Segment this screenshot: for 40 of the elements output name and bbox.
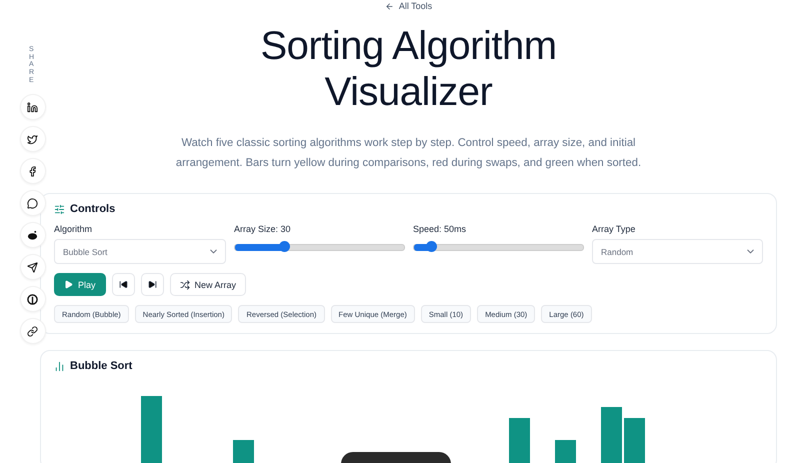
slider-thumb[interactable] (426, 241, 437, 252)
reddit-share-button[interactable] (20, 222, 46, 248)
chart-icon (54, 360, 65, 372)
slider-thumb[interactable] (279, 241, 290, 252)
play-icon (64, 280, 73, 289)
chat-bubble-icon (27, 198, 38, 209)
skip-back-icon (118, 280, 128, 289)
whatsapp-share-button[interactable] (20, 190, 46, 216)
field-label: Algorithm (54, 224, 94, 234)
x-share-button[interactable] (20, 126, 46, 152)
skip-forward-icon (148, 280, 157, 289)
slider-label: Array Size: 30 (234, 224, 292, 234)
linkedin-share-button[interactable] (20, 94, 46, 120)
sliders-icon (54, 204, 65, 214)
link-share-button[interactable] (20, 318, 46, 344)
shuffle-icon (180, 280, 190, 290)
link-icon (27, 326, 38, 337)
intro-text: Watch five classic sorting algorithms work step by step. Control speed, array size, and initial arrangement. Bars turn yellow during comparisons, red during swaps, and green when sorted. (174, 136, 642, 171)
all-tools-link[interactable]: All Tools (384, 1, 432, 11)
telegram-share-button[interactable] (20, 254, 46, 280)
array-type-select[interactable]: Random (592, 239, 763, 264)
play-button[interactable]: Play (54, 273, 106, 296)
array-size-slider[interactable] (234, 244, 405, 251)
shuffle-button[interactable]: New Array (170, 273, 246, 296)
pinterest-share-button[interactable] (20, 286, 46, 312)
back-arrow-icon (384, 2, 394, 10)
linkedin-icon (27, 102, 38, 113)
algorithm-select[interactable]: Bubble Sort (54, 239, 226, 264)
step-back-button[interactable] (112, 273, 135, 296)
facebook-icon (27, 166, 38, 177)
bird-icon (27, 134, 38, 145)
card-title: Controls (70, 203, 116, 215)
step-forward-button[interactable] (140, 273, 164, 296)
paper-plane-icon (27, 262, 38, 273)
slider-label: Speed: 50ms (413, 224, 468, 234)
page-title: Sorting Algorithm Visualizer (259, 23, 558, 115)
card-title: Bubble Sort (70, 360, 132, 372)
facebook-share-button[interactable] (20, 158, 46, 184)
speed-slider[interactable] (413, 244, 584, 251)
field-label: Array Type (592, 224, 636, 234)
